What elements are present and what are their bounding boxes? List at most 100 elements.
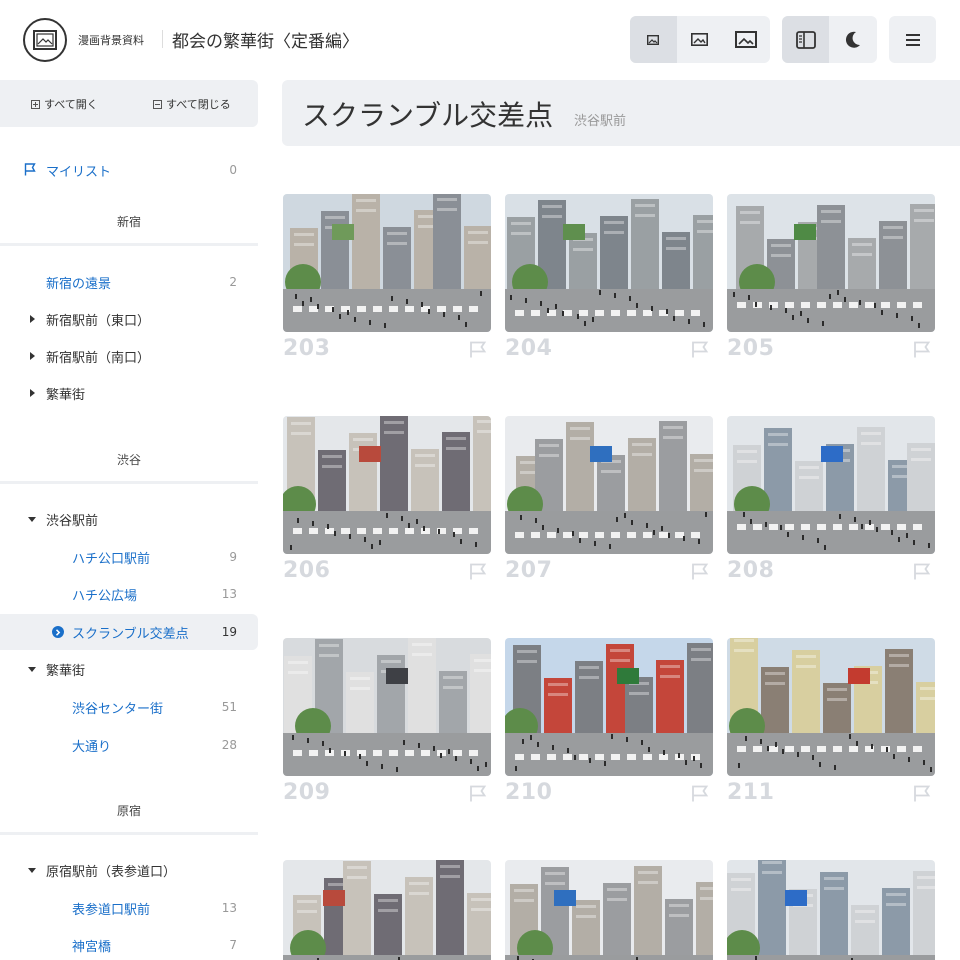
photo-thumbnail[interactable] — [283, 860, 491, 960]
photo-card[interactable]: 210 — [505, 638, 713, 805]
image-medium-icon — [691, 33, 709, 46]
flag-icon[interactable] — [469, 785, 487, 806]
photo-number: 208 — [727, 558, 775, 583]
sidebar-item-scramble-crossing[interactable]: スクランブル交差点 19 — [0, 614, 258, 650]
flag-icon[interactable] — [691, 563, 709, 584]
sidebar-item-shinjuku-downtown[interactable]: 繁華街 — [0, 375, 258, 411]
sidebar-item-count: 9 — [229, 550, 237, 564]
sidebar-item-hachiko-square[interactable]: ハチ公広場 13 — [0, 576, 258, 612]
photo-number: 203 — [283, 336, 331, 361]
sidebar: すべて開く すべて閉じる マイリスト 0 新宿 新宿の遠景 2 新宿駅前（東口）… — [0, 80, 258, 960]
view-options-group — [782, 16, 877, 63]
caret-down-icon — [28, 666, 36, 672]
photo-card[interactable]: 207 — [505, 416, 713, 583]
section-title-harajuku: 原宿 — [116, 804, 141, 818]
sidebar-item-hachiko-exit[interactable]: ハチ公口駅前 9 — [0, 539, 258, 575]
sidebar-icon — [795, 30, 816, 49]
flag-icon[interactable] — [469, 563, 487, 584]
sidebar-item-main-street[interactable]: 大通り 28 — [0, 727, 258, 763]
photo-card[interactable]: 203 — [283, 194, 491, 361]
photo-thumbnail[interactable] — [283, 194, 491, 332]
photo-number: 204 — [505, 336, 553, 361]
sidebar-item-shinjuku-east[interactable]: 新宿駅前（東口） — [0, 301, 258, 337]
sidebar-item-count: 0 — [229, 163, 237, 177]
photo-card[interactable]: 209 — [283, 638, 491, 805]
page-title: スクランブル交差点 — [302, 99, 554, 132]
sidebar-item-harajuku-station[interactable]: 原宿駅前（表参道口） — [0, 852, 258, 888]
flag-icon[interactable] — [913, 341, 931, 362]
photo-thumbnail[interactable] — [727, 638, 935, 776]
sidebar-item-shinjuku-south[interactable]: 新宿駅前（南口） — [0, 338, 258, 374]
content-title-bar: スクランブル交差点 渋谷駅前 — [282, 80, 960, 146]
sidebar-item-label: ハチ公広場 — [72, 588, 138, 604]
flag-icon[interactable] — [691, 785, 709, 806]
sidebar-item-label: 大通り — [72, 739, 112, 755]
flag-icon[interactable] — [913, 785, 931, 806]
photo-thumbnail[interactable] — [505, 638, 713, 776]
caret-right-icon — [30, 315, 35, 323]
menu-button[interactable] — [889, 16, 936, 63]
sidebar-item-shibuya-downtown[interactable]: 繁華街 — [0, 651, 258, 687]
photo-card[interactable] — [505, 860, 713, 960]
expand-all-label: すべて開く — [44, 98, 98, 111]
photo-thumbnail[interactable] — [727, 416, 935, 554]
photo-thumbnail[interactable] — [505, 860, 713, 960]
photo-card[interactable]: 206 — [283, 416, 491, 583]
size-medium-button[interactable] — [677, 16, 724, 63]
flag-icon[interactable] — [913, 563, 931, 584]
expand-all-button[interactable]: すべて開く — [31, 96, 98, 112]
caret-right-icon — [30, 352, 35, 360]
photo-thumbnail[interactable] — [505, 416, 713, 554]
sidebar-item-label: 新宿駅前（南口） — [46, 350, 151, 366]
dark-mode-button[interactable] — [829, 16, 876, 63]
logo-icon[interactable] — [23, 18, 67, 62]
photo-card[interactable]: 211 — [727, 638, 935, 805]
section-divider — [0, 832, 258, 835]
caret-down-icon — [28, 516, 36, 522]
photo-number: 205 — [727, 336, 775, 361]
sidebar-item-jingu-bridge[interactable]: 神宮橋 7 — [0, 927, 258, 960]
flag-icon[interactable] — [691, 341, 709, 362]
sidebar-item-label: ハチ公口駅前 — [72, 551, 151, 567]
sidebar-item-label: マイリスト — [46, 164, 112, 180]
sidebar-item-label: 神宮橋 — [72, 939, 112, 955]
caret-right-icon — [30, 389, 35, 397]
sidebar-item-mylist[interactable]: マイリスト 0 — [0, 152, 258, 188]
size-small-button[interactable] — [630, 16, 677, 63]
photo-card[interactable] — [283, 860, 491, 960]
sidebar-item-center-gai[interactable]: 渋谷センター街 51 — [0, 689, 258, 725]
photo-thumbnail[interactable] — [505, 194, 713, 332]
photo-card[interactable] — [727, 860, 935, 960]
photo-thumbnail[interactable] — [727, 194, 935, 332]
photo-number: 209 — [283, 780, 331, 805]
photo-card[interactable]: 204 — [505, 194, 713, 361]
flag-icon — [24, 163, 36, 176]
photo-thumbnail[interactable] — [727, 860, 935, 960]
site-name[interactable]: 漫画背景資料 — [78, 32, 144, 48]
minus-square-icon — [153, 99, 162, 109]
sidebar-item-label: 繁華街 — [46, 663, 86, 679]
sidebar-item-label: 渋谷駅前 — [46, 513, 99, 529]
photo-thumbnail[interactable] — [283, 638, 491, 776]
sidebar-item-count: 7 — [229, 938, 237, 952]
sidebar-item-shibuya-station[interactable]: 渋谷駅前 — [0, 501, 258, 537]
sidebar-item-label: スクランブル交差点 — [72, 626, 189, 642]
photo-card[interactable]: 208 — [727, 416, 935, 583]
sidebar-item-shinjuku-distant[interactable]: 新宿の遠景 2 — [0, 264, 258, 300]
chevron-right-circle-icon — [52, 626, 64, 638]
sidebar-item-label: 表参道口駅前 — [72, 902, 151, 918]
photo-thumbnail[interactable] — [283, 416, 491, 554]
section-title-shinjuku: 新宿 — [116, 215, 141, 229]
sidebar-item-label: 新宿の遠景 — [46, 276, 112, 292]
sidebar-toggle-button[interactable] — [782, 16, 829, 63]
sidebar-item-count: 13 — [221, 901, 237, 915]
plus-square-icon — [31, 99, 40, 109]
sidebar-item-count: 19 — [221, 625, 237, 639]
flag-icon[interactable] — [469, 341, 487, 362]
photo-card[interactable]: 205 — [727, 194, 935, 361]
collapse-all-button[interactable]: すべて閉じる — [153, 96, 231, 112]
photo-number: 206 — [283, 558, 331, 583]
image-small-icon — [647, 34, 660, 45]
size-large-button[interactable] — [723, 16, 770, 63]
sidebar-item-omotesando-exit[interactable]: 表参道口駅前 13 — [0, 890, 258, 926]
